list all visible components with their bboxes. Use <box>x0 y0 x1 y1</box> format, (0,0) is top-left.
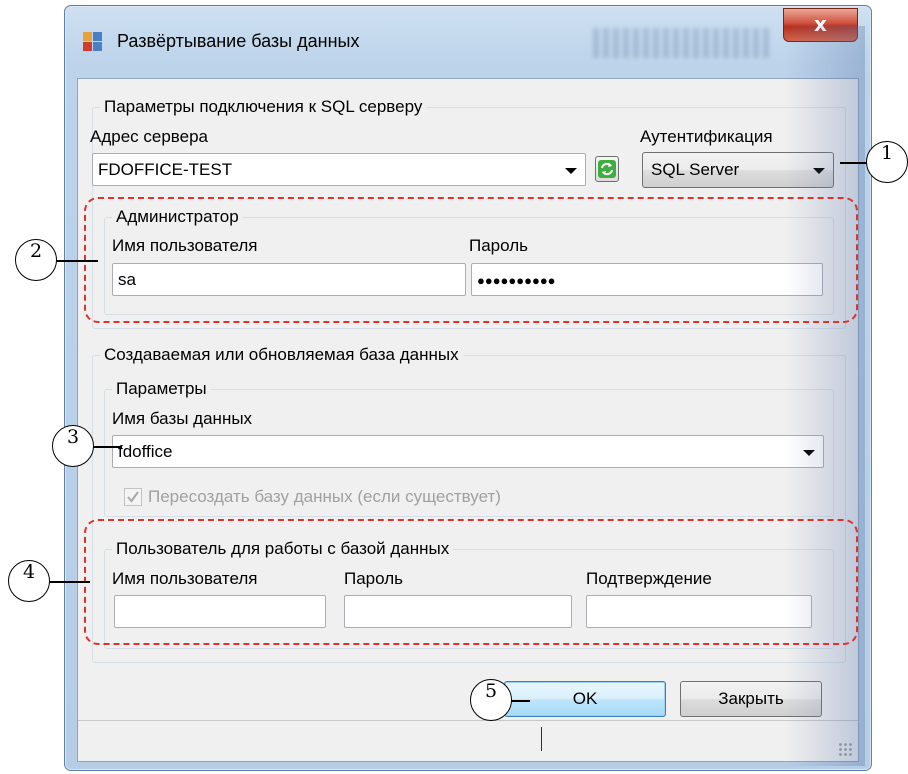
window-title: Развёртывание базы данных <box>117 31 360 51</box>
sql-connection-legend: Параметры подключения к SQL серверу <box>100 97 427 117</box>
dialog-window: Развёртывание базы данных x Параметры по… <box>64 5 872 771</box>
callout-4-line <box>48 581 90 583</box>
callout-2-line <box>56 260 98 262</box>
callout-2: 2 <box>15 239 57 281</box>
db-name-combobox[interactable]: fdoffice <box>112 435 824 468</box>
server-address-value: FDOFFICE-TEST <box>98 160 233 179</box>
chevron-down-icon <box>813 168 825 174</box>
checkmark-icon <box>127 491 139 503</box>
refresh-icon <box>598 160 616 178</box>
database-app-icon <box>83 32 103 52</box>
callout-3-line <box>92 446 122 448</box>
server-address-label: Адрес сервера <box>90 127 209 146</box>
title-bar: Развёртывание базы данных x <box>65 6 871 78</box>
highlight-admin-frame <box>84 197 858 323</box>
status-separator <box>541 727 542 751</box>
db-name-label: Имя базы данных <box>112 409 253 428</box>
close-window-button[interactable]: x <box>783 8 858 42</box>
callout-1: 1 <box>866 141 908 183</box>
callout-5-line <box>510 700 530 702</box>
callout-3: 3 <box>52 425 94 467</box>
authentication-label: Аутентификация <box>640 127 773 146</box>
database-legend: Создаваемая или обновляемая база данных <box>100 345 463 365</box>
callout-5: 5 <box>470 679 512 721</box>
db-name-value: fdoffice <box>118 442 173 461</box>
chevron-down-icon[interactable] <box>803 450 815 456</box>
highlight-db-user-frame <box>84 519 858 645</box>
authentication-dropdown[interactable]: SQL Server <box>642 152 834 188</box>
close-button[interactable]: Закрыть <box>680 681 822 717</box>
chevron-down-icon[interactable] <box>565 168 577 174</box>
dialog-client-area: Параметры подключения к SQL серверу Адре… <box>77 78 859 762</box>
status-bar <box>78 720 858 761</box>
authentication-value: SQL Server <box>651 160 740 179</box>
refresh-servers-button[interactable] <box>595 156 619 182</box>
db-params-legend: Параметры <box>112 379 211 399</box>
callout-1-line <box>840 162 868 164</box>
server-address-combobox[interactable]: FDOFFICE-TEST <box>92 153 586 186</box>
background-window-blur <box>593 28 773 58</box>
resize-grip-icon[interactable] <box>838 742 852 756</box>
recreate-db-label: Пересоздать базу данных (если существует… <box>148 487 501 506</box>
recreate-db-checkbox[interactable] <box>124 488 142 506</box>
callout-4: 4 <box>8 560 50 602</box>
ok-button[interactable]: OK <box>504 681 666 717</box>
